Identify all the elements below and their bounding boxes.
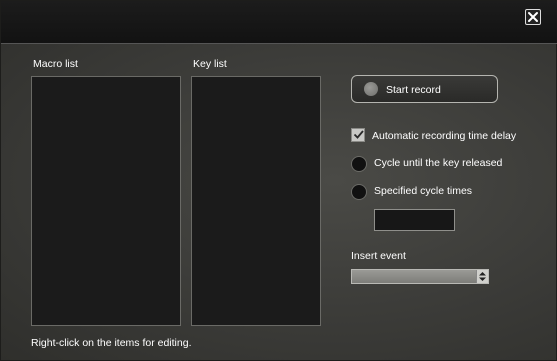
title-bar <box>1 1 557 44</box>
checkmark-icon <box>353 130 364 139</box>
cycle-until-release-label: Cycle until the key released <box>374 157 503 169</box>
cycle-until-release-radio[interactable] <box>351 156 367 172</box>
record-dot-icon <box>364 82 378 96</box>
specified-cycles-radio[interactable] <box>351 184 367 200</box>
insert-event-label: Insert event <box>351 250 406 262</box>
spinner-arrows-icon[interactable] <box>476 270 488 283</box>
start-record-label: Start record <box>386 84 441 96</box>
macro-dialog: Macro list Key list Start record Automat… <box>0 0 557 361</box>
auto-delay-label: Automatic recording time delay <box>372 130 517 142</box>
cycle-times-input[interactable] <box>374 209 455 231</box>
specified-cycles-label: Specified cycle times <box>374 185 473 197</box>
macro-list-label: Macro list <box>33 58 78 70</box>
macro-list[interactable] <box>31 76 181 326</box>
close-icon <box>528 12 538 22</box>
insert-event-select[interactable] <box>351 269 489 284</box>
key-list[interactable] <box>191 76 321 326</box>
close-button[interactable] <box>525 9 541 25</box>
start-record-button[interactable]: Start record <box>351 75 498 103</box>
hint-text: Right-click on the items for editing. <box>31 337 192 349</box>
key-list-label: Key list <box>193 58 227 70</box>
auto-delay-checkbox[interactable] <box>351 128 365 142</box>
